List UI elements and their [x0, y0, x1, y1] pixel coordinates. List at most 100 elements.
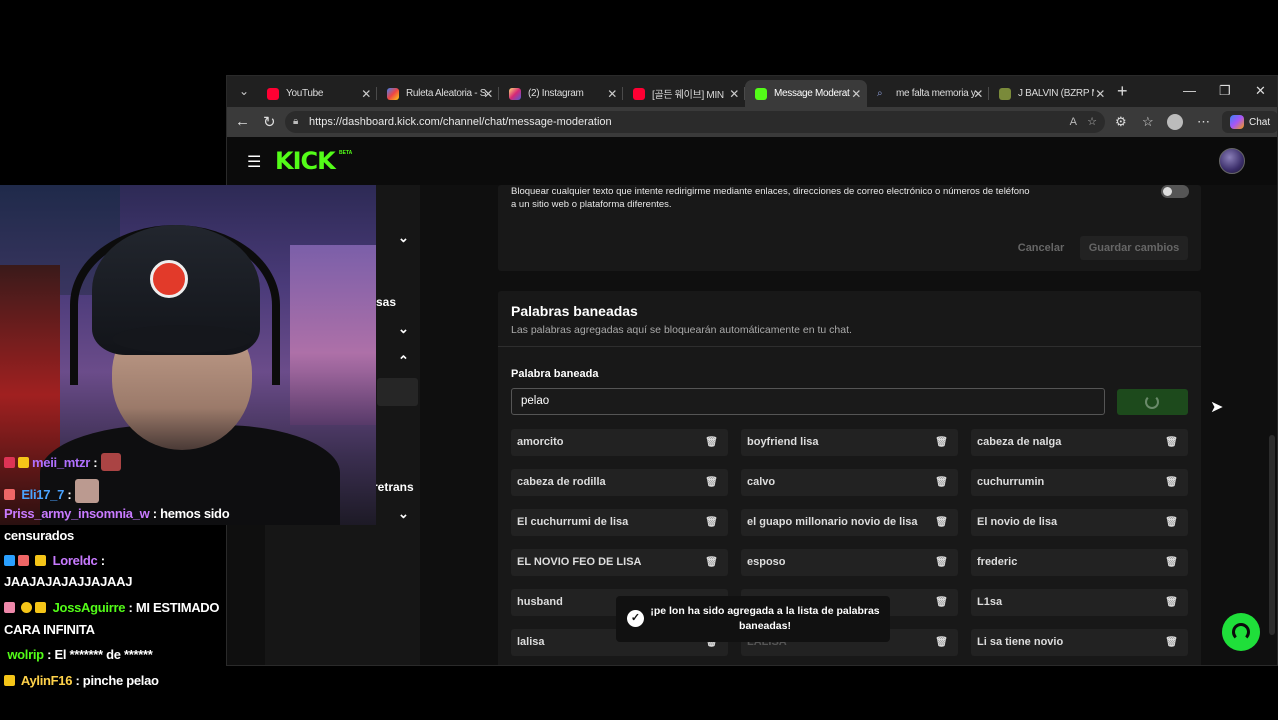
trash-icon[interactable]: 🗑︎: [1165, 429, 1178, 456]
save-changes-button[interactable]: Guardar cambios: [1080, 236, 1188, 260]
trash-icon[interactable]: 🗑︎: [935, 469, 948, 496]
trash-icon[interactable]: 🗑︎: [1165, 589, 1178, 616]
chat-username: Eli17_7: [21, 487, 65, 502]
banned-word-chip: L1sa 🗑︎: [971, 589, 1188, 616]
cancel-button[interactable]: Cancelar: [1011, 236, 1071, 260]
new-tab-icon[interactable]: +: [1117, 82, 1128, 100]
trash-icon[interactable]: 🗑︎: [935, 629, 948, 656]
trash-icon[interactable]: 🗑︎: [935, 509, 948, 536]
user-avatar[interactable]: [1219, 148, 1245, 174]
chat-text: : El ******* de ******: [47, 647, 153, 662]
check-circle-icon: ✓: [627, 610, 644, 627]
close-icon[interactable]: ✕: [973, 87, 983, 101]
sidebar-item-active[interactable]: [377, 378, 418, 406]
trash-icon[interactable]: 🗑︎: [1165, 509, 1178, 536]
more-options-icon[interactable]: ⋯: [1197, 114, 1210, 130]
banned-word-chip: cuchurrumin 🗑︎: [971, 469, 1188, 496]
chat-text: JAAJAJAJAJJAJAAJ: [4, 574, 133, 589]
badge-icon: [21, 602, 33, 613]
beta-tag: BETA: [339, 150, 353, 156]
address-bar[interactable]: 🔒︎ https://dashboard.kick.com/channel/ch…: [285, 111, 1105, 133]
close-icon[interactable]: ✕: [729, 87, 739, 101]
trash-icon[interactable]: 🗑︎: [705, 429, 718, 456]
tab-jbalvin[interactable]: J BALVIN (BZRP M. ✕: [989, 80, 1111, 107]
tab-youtube[interactable]: YouTube ✕: [257, 80, 377, 107]
word-text: boyfriend lisa: [747, 436, 819, 448]
add-word-button[interactable]: [1117, 389, 1188, 415]
chevron-down-icon[interactable]: ⌄: [398, 321, 409, 337]
minimize-icon[interactable]: —: [1183, 83, 1196, 98]
video-thumbnail-icon: [999, 87, 1011, 100]
close-icon[interactable]: ✕: [483, 87, 493, 101]
close-icon[interactable]: ✕: [851, 87, 861, 101]
trash-icon[interactable]: 🗑︎: [935, 549, 948, 576]
kick-logo[interactable]: KICK: [275, 147, 336, 175]
tab-youtube-video[interactable]: [골든 웨이브] MIN ✕: [623, 80, 745, 107]
back-icon[interactable]: ←: [235, 113, 250, 130]
chevron-down-icon[interactable]: ⌄: [398, 230, 409, 246]
chat-message: Loreldc :: [4, 553, 105, 568]
extensions-icon[interactable]: ⚙︎: [1115, 114, 1127, 130]
links-setting-card: Bloquear cualquier texto que intente red…: [498, 185, 1201, 271]
word-text: cuchurrumin: [977, 476, 1045, 488]
close-icon[interactable]: ✕: [607, 87, 617, 101]
read-aloud-icon[interactable]: A: [1070, 111, 1077, 133]
tab-title: [골든 웨이브] MIN: [652, 90, 724, 101]
favorite-star-icon[interactable]: ☆: [1087, 111, 1097, 133]
chat-message: wolrip : El ******* de ******: [4, 647, 153, 662]
chevron-up-icon[interactable]: ⌃: [398, 353, 409, 369]
banned-word-chip: El novio de lisa 🗑︎: [971, 509, 1188, 536]
links-toggle[interactable]: [1161, 185, 1189, 198]
emote-icon: [74, 479, 99, 503]
close-icon[interactable]: ✕: [361, 87, 371, 101]
trash-icon[interactable]: 🗑︎: [705, 509, 718, 536]
trash-icon[interactable]: 🗑︎: [1165, 469, 1178, 496]
chat-text: : hemos sido: [152, 506, 230, 521]
banned-word-chip: amorcito 🗑︎: [511, 429, 728, 456]
word-text: cabeza de nalga: [977, 436, 1062, 448]
refresh-icon[interactable]: ↻: [263, 113, 276, 131]
trash-icon[interactable]: 🗑︎: [935, 589, 948, 616]
trash-icon[interactable]: 🗑︎: [1165, 629, 1178, 656]
restore-icon[interactable]: ❐: [1219, 83, 1231, 99]
word-text: El cuchurrumi de lisa: [517, 516, 629, 528]
toast-message: ¡pe lon ha sido agregada a la lista de p…: [650, 605, 880, 632]
tab-title: (2) Instagram: [528, 88, 584, 99]
scrollbar[interactable]: [1269, 435, 1275, 635]
trash-icon[interactable]: 🗑︎: [705, 469, 718, 496]
kick-header: ☰ KICK BETA: [227, 137, 1277, 185]
banned-word-chip: frederic 🗑︎: [971, 549, 1188, 576]
sidebar-item-label[interactable]: retrans: [373, 480, 414, 494]
close-icon[interactable]: ✕: [1095, 87, 1105, 101]
word-text: EL NOVIO FEO DE LISA: [517, 556, 642, 568]
chevron-down-icon[interactable]: ⌄: [398, 506, 409, 522]
close-window-icon[interactable]: ✕: [1255, 83, 1266, 99]
banned-word-chip: Li sa tiene novio 🗑︎: [971, 629, 1188, 656]
trash-icon[interactable]: 🗑︎: [935, 429, 948, 456]
badge-icon: [4, 489, 15, 500]
badge-icon: [4, 457, 15, 468]
copilot-chat-button[interactable]: Chat: [1222, 111, 1277, 133]
tab-instagram[interactable]: (2) Instagram ✕: [499, 80, 623, 107]
copilot-icon: [1230, 115, 1244, 129]
sidebar-item-label[interactable]: sas: [376, 295, 396, 309]
chat-message: Eli17_7 :: [4, 479, 99, 503]
support-chat-button[interactable]: [1222, 613, 1260, 651]
trash-icon[interactable]: 🗑︎: [1165, 549, 1178, 576]
tab-message-moderation[interactable]: Message Moderatio ✕: [745, 80, 867, 107]
word-text: El novio de lisa: [977, 516, 1058, 528]
tab-search[interactable]: ⌕ me falta memoria y ✕: [867, 80, 989, 107]
banned-word-input[interactable]: pelao: [511, 388, 1105, 415]
youtube-icon: [633, 87, 645, 100]
chat-text: : pinche pelao: [75, 673, 159, 688]
menu-icon[interactable]: ☰: [247, 152, 261, 172]
tab-actions-icon[interactable]: ⌄: [235, 82, 253, 100]
banned-word-chip: boyfriend lisa 🗑︎: [741, 429, 958, 456]
tab-ruleta[interactable]: Ruleta Aleatoria - S ✕: [377, 80, 499, 107]
profile-icon[interactable]: [1167, 114, 1183, 130]
chat-message: JossAguirre : MI ESTIMADO: [4, 600, 220, 615]
tab-title: J BALVIN (BZRP M.: [1018, 88, 1094, 99]
trash-icon[interactable]: 🗑︎: [705, 549, 718, 576]
favorites-icon[interactable]: ☆: [1142, 114, 1154, 130]
word-text: el guapo millonario novio de lisa: [747, 516, 918, 528]
